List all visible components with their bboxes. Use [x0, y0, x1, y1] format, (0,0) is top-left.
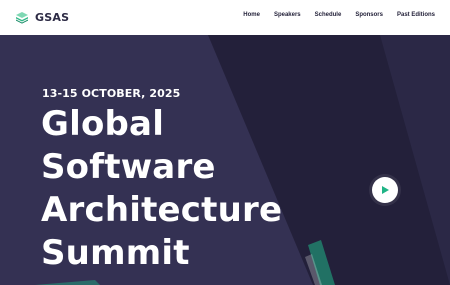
- title-line: Summit: [41, 233, 190, 273]
- nav-sponsors[interactable]: Sponsors: [355, 12, 383, 18]
- title-line: Architecture: [41, 190, 283, 230]
- nav-past-editions[interactable]: Past Editions: [397, 12, 435, 18]
- play-icon: [382, 186, 389, 194]
- stack-logo-icon: [16, 12, 28, 24]
- event-date: 13-15 OCTOBER, 2025: [42, 87, 181, 100]
- nav-speakers[interactable]: Speakers: [274, 12, 301, 18]
- title-line: Software: [41, 147, 216, 187]
- nav-home[interactable]: Home: [243, 12, 260, 18]
- brand-name: GSAS: [35, 10, 70, 24]
- main-nav: Home Speakers Schedule Sponsors Past Edi…: [243, 12, 435, 18]
- title-line: Global: [41, 104, 165, 144]
- page: GSAS Home Speakers Schedule Sponsors Pas…: [0, 0, 450, 285]
- play-video-button[interactable]: [372, 177, 398, 203]
- event-title: Global Software Architecture Summit: [41, 103, 282, 275]
- brand[interactable]: GSAS: [14, 9, 69, 25]
- hero-section: 13-15 OCTOBER, 2025 Global Software Arch…: [0, 35, 450, 285]
- nav-schedule[interactable]: Schedule: [315, 12, 342, 18]
- top-navbar: GSAS Home Speakers Schedule Sponsors Pas…: [0, 0, 450, 35]
